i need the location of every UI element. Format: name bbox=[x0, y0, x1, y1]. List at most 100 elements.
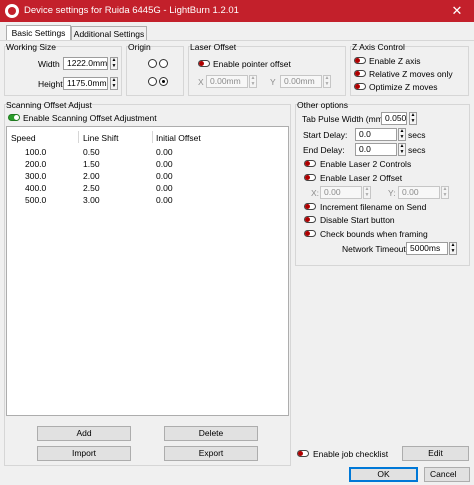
start-delay-field[interactable]: 0.0 bbox=[355, 128, 397, 141]
origin-panel bbox=[126, 46, 184, 96]
table-row[interactable]: 400.0 2.50 0.00 bbox=[7, 182, 288, 194]
initial-offset-cell: 0.00 bbox=[156, 147, 173, 157]
column-divider bbox=[78, 131, 79, 143]
initial-offset-cell: 0.00 bbox=[156, 159, 173, 169]
scanning-offset-table[interactable]: Speed Line Shift Initial Offset 100.0 0.… bbox=[6, 126, 289, 416]
table-row[interactable]: 200.0 1.50 0.00 bbox=[7, 158, 288, 170]
network-timeout-label: Network Timeout bbox=[342, 244, 406, 254]
initial-offset-cell: 0.00 bbox=[156, 171, 173, 181]
ok-button[interactable]: OK bbox=[349, 467, 418, 482]
close-icon[interactable]: ✕ bbox=[446, 2, 468, 20]
disable-start-toggle[interactable] bbox=[304, 216, 316, 223]
line-shift-cell: 2.00 bbox=[83, 171, 100, 181]
scanning-offset-label: Enable Scanning Offset Adjustment bbox=[23, 113, 157, 123]
speed-cell: 400.0 bbox=[25, 183, 47, 193]
speed-cell: 500.0 bbox=[25, 195, 47, 205]
export-button[interactable]: Export bbox=[164, 446, 258, 461]
origin-top-left-radio[interactable] bbox=[148, 59, 157, 68]
origin-bottom-right-radio[interactable] bbox=[159, 77, 168, 86]
laser2-controls-label: Enable Laser 2 Controls bbox=[320, 159, 412, 169]
network-timeout-field[interactable]: 5000ms bbox=[406, 242, 448, 255]
enable-z-label: Enable Z axis bbox=[369, 56, 421, 66]
width-field[interactable]: 1222.0mm bbox=[63, 57, 108, 70]
line-shift-cell: 0.50 bbox=[83, 147, 100, 157]
tab-pulse-label: Tab Pulse Width (mm) bbox=[302, 114, 386, 124]
window-title: Device settings for Ruida 6445G - LightB… bbox=[24, 5, 239, 16]
line-shift-cell: 3.00 bbox=[83, 195, 100, 205]
tab-basic-settings[interactable]: Basic Settings bbox=[6, 25, 71, 40]
lightburn-logo-icon bbox=[5, 4, 19, 18]
speed-cell: 200.0 bbox=[25, 159, 47, 169]
cancel-button[interactable]: Cancel bbox=[424, 467, 470, 482]
increment-filename-label: Increment filename on Send bbox=[320, 202, 427, 212]
delete-button[interactable]: Delete bbox=[164, 426, 258, 441]
laser2-controls-toggle[interactable] bbox=[304, 160, 316, 167]
end-delay-unit: secs bbox=[408, 145, 426, 155]
offset-y-label: Y bbox=[270, 77, 276, 87]
offset-y-field[interactable]: 0.00mm bbox=[280, 75, 322, 88]
scanning-offset-title: Scanning Offset Adjust bbox=[6, 100, 92, 110]
start-delay-label: Start Delay: bbox=[303, 130, 348, 140]
increment-filename-toggle[interactable] bbox=[304, 203, 316, 210]
job-checklist-label: Enable job checklist bbox=[313, 449, 389, 459]
laser2-offset-label: Enable Laser 2 Offset bbox=[320, 173, 403, 183]
offset-x-label: X bbox=[198, 77, 204, 87]
origin-bottom-left-radio[interactable] bbox=[148, 77, 157, 86]
relative-z-label: Relative Z moves only bbox=[369, 69, 453, 79]
speed-cell: 100.0 bbox=[25, 147, 47, 157]
laser-offset-panel bbox=[188, 46, 346, 96]
z-axis-title: Z Axis Control bbox=[352, 42, 405, 52]
offset-x-spin-icon[interactable]: ▲ ▼ bbox=[249, 75, 257, 88]
column-header-speed: Speed bbox=[11, 133, 36, 143]
offset-x-field[interactable]: 0.00mm bbox=[206, 75, 248, 88]
width-spin-icon[interactable]: ▲ ▼ bbox=[110, 57, 118, 70]
laser-offset-title: Laser Offset bbox=[190, 42, 237, 52]
import-button[interactable]: Import bbox=[37, 446, 131, 461]
offset-y-spin-icon[interactable]: ▲ ▼ bbox=[323, 75, 331, 88]
initial-offset-cell: 0.00 bbox=[156, 183, 173, 193]
line-shift-cell: 1.50 bbox=[83, 159, 100, 169]
job-checklist-toggle[interactable] bbox=[297, 450, 309, 457]
end-delay-label: End Delay: bbox=[303, 145, 345, 155]
tab-divider bbox=[0, 40, 474, 41]
laser2-y-label: Y: bbox=[388, 188, 396, 198]
table-row[interactable]: 300.0 2.00 0.00 bbox=[7, 170, 288, 182]
width-label: Width bbox=[38, 59, 60, 69]
table-row[interactable]: 100.0 0.50 0.00 bbox=[7, 146, 288, 158]
end-delay-spin-icon[interactable]: ▲ ▼ bbox=[398, 143, 406, 156]
laser2-x-label: X: bbox=[311, 188, 320, 198]
laser2-offset-toggle[interactable] bbox=[304, 174, 316, 181]
initial-offset-cell: 0.00 bbox=[156, 195, 173, 205]
height-field[interactable]: 1175.0mm bbox=[63, 77, 108, 90]
edit-button[interactable]: Edit bbox=[402, 446, 469, 461]
title-bar: Device settings for Ruida 6445G - LightB… bbox=[0, 0, 474, 22]
tab-additional-settings[interactable]: Additional Settings bbox=[71, 26, 147, 40]
pointer-offset-label: Enable pointer offset bbox=[213, 59, 291, 69]
working-size-title: Working Size bbox=[6, 42, 56, 52]
table-row[interactable]: 500.0 3.00 0.00 bbox=[7, 194, 288, 206]
tab-pulse-field[interactable]: 0.050 bbox=[381, 112, 407, 125]
check-bounds-toggle[interactable] bbox=[304, 230, 316, 237]
network-timeout-spin-icon[interactable]: ▲ ▼ bbox=[449, 242, 457, 255]
pointer-offset-toggle[interactable] bbox=[198, 60, 210, 67]
start-delay-spin-icon[interactable]: ▲ ▼ bbox=[398, 128, 406, 141]
laser2-y-spin-icon[interactable]: ▲ ▼ bbox=[441, 186, 449, 199]
origin-title: Origin bbox=[128, 42, 151, 52]
speed-cell: 300.0 bbox=[25, 171, 47, 181]
laser2-x-field[interactable]: 0.00 bbox=[320, 186, 362, 199]
laser2-y-field[interactable]: 0.00 bbox=[398, 186, 440, 199]
laser2-x-spin-icon[interactable]: ▲ ▼ bbox=[363, 186, 371, 199]
end-delay-field[interactable]: 0.0 bbox=[355, 143, 397, 156]
height-spin-icon[interactable]: ▲ ▼ bbox=[110, 77, 118, 90]
column-header-line-shift: Line Shift bbox=[83, 133, 119, 143]
optimize-z-label: Optimize Z moves bbox=[369, 82, 438, 92]
add-button[interactable]: Add bbox=[37, 426, 131, 441]
optimize-z-toggle[interactable] bbox=[354, 83, 366, 90]
other-options-title: Other options bbox=[297, 100, 349, 110]
enable-z-toggle[interactable] bbox=[354, 57, 366, 64]
tab-pulse-spin-icon[interactable]: ▲ ▼ bbox=[409, 112, 417, 125]
scanning-offset-toggle[interactable] bbox=[8, 114, 20, 121]
disable-start-label: Disable Start button bbox=[320, 215, 395, 225]
origin-top-right-radio[interactable] bbox=[159, 59, 168, 68]
relative-z-toggle[interactable] bbox=[354, 70, 366, 77]
